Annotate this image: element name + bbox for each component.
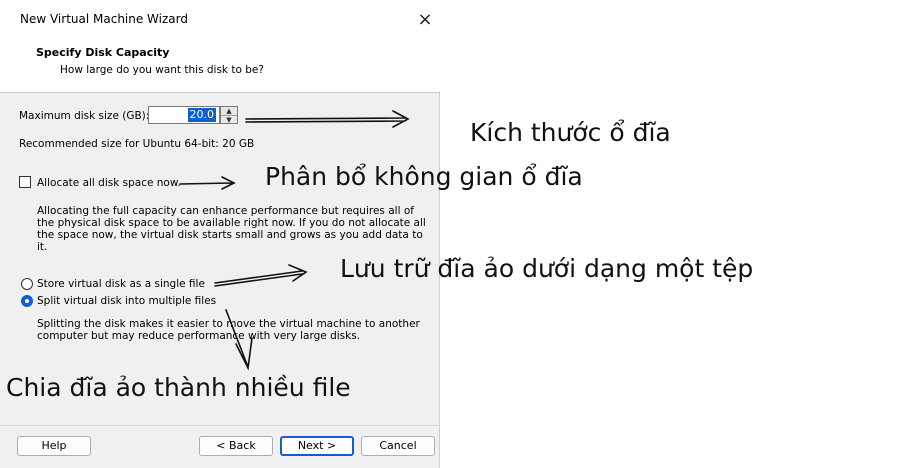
arrow-disk-size — [245, 110, 410, 128]
arrow-allocate — [179, 176, 236, 190]
annotation-single-file: Lưu trữ đĩa ảo dưới dạng một tệp — [340, 254, 754, 283]
arrow-split — [225, 309, 253, 371]
arrow-single-file — [214, 264, 308, 287]
annotation-allocate: Phân bổ không gian ổ đĩa — [265, 162, 583, 191]
annotation-disk-size: Kích thước ổ đĩa — [470, 118, 671, 147]
annotation-split: Chia đĩa ảo thành nhiều file — [6, 373, 351, 402]
